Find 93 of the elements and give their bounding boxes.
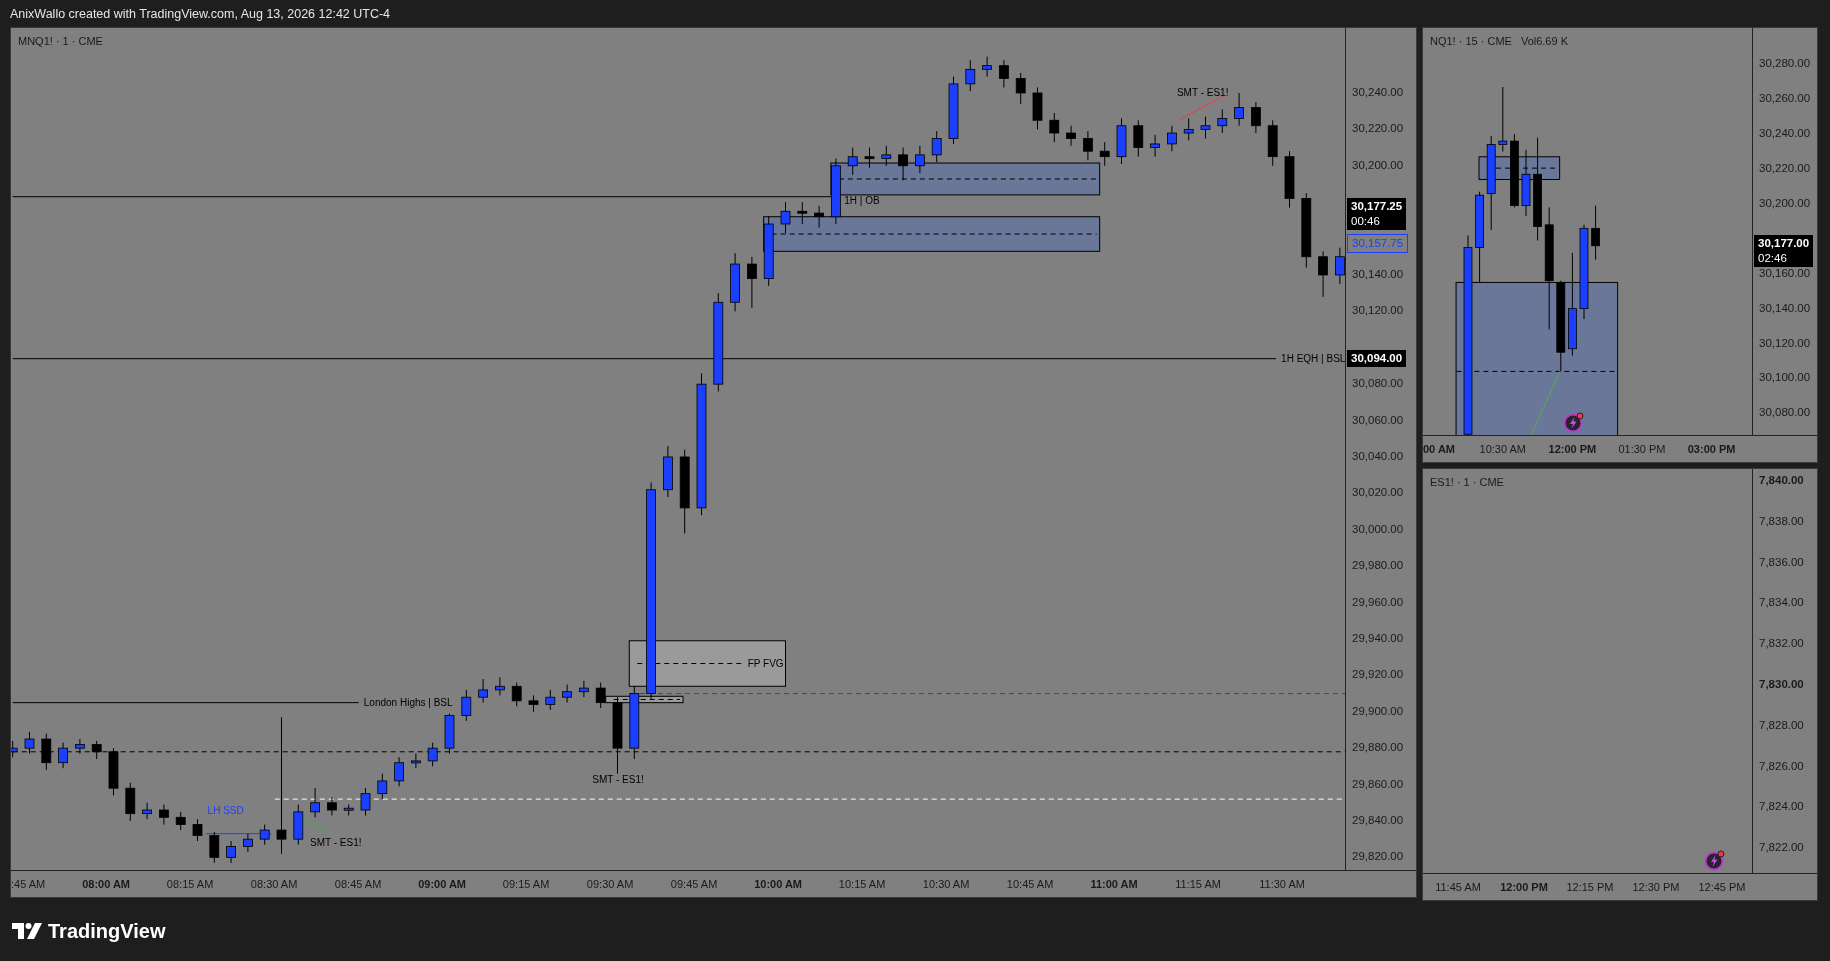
price-tick: 30,220.00	[1352, 122, 1404, 135]
price-text: 30,094.00	[1351, 350, 1403, 366]
time-tick: 09:15 AM	[502, 878, 550, 890]
price-tick: 29,880.00	[1352, 741, 1404, 754]
price-text: 30,157.75	[1352, 235, 1404, 251]
time-tick: 12:15 PM	[1566, 881, 1614, 893]
chart-label: LH SSD	[207, 804, 244, 816]
price-tick: 30,200.00	[1352, 158, 1404, 171]
time-tick: 10:00 AM	[754, 878, 803, 890]
price-tick: 7,824.00	[1759, 800, 1804, 813]
trend-line	[301, 818, 331, 835]
brand-name[interactable]: TradingView	[48, 919, 166, 943]
price-tick: 30,260.00	[1759, 92, 1811, 105]
chart-label: London Highs | BSL	[363, 697, 453, 709]
price-tick: 7,826.00	[1759, 759, 1804, 772]
price-tick: 30,220.00	[1759, 162, 1811, 174]
chart-pane[interactable]: NQ1! · 15 · CME Vol6.69 K	[1423, 28, 1753, 436]
price-tick: 30,140.00	[1759, 301, 1811, 314]
price-tick: 7,840.00	[1759, 474, 1804, 486]
time-tick: 09:00 AM	[418, 878, 467, 890]
chart-label: 1H | OB	[844, 194, 880, 206]
price-tick: 29,960.00	[1352, 595, 1404, 608]
time-tick: 08:15 AM	[166, 878, 214, 890]
price-tick: 7,836.00	[1759, 555, 1804, 568]
price-tick: 30,060.00	[1352, 413, 1404, 426]
logo-icon[interactable]	[12, 923, 42, 939]
price-text: 30,177.00	[1758, 236, 1810, 252]
time-tick: 08:00 AM	[82, 878, 131, 890]
price-tick: 7,834.00	[1759, 596, 1804, 609]
countdown-text: 02:46	[1758, 251, 1788, 267]
time-tick: 12:45 PM	[1698, 881, 1746, 893]
trend-line	[1178, 94, 1227, 121]
chart-label: FP FVG	[747, 658, 784, 670]
price-tick: 30,280.00	[1759, 57, 1811, 70]
lightning-icon[interactable]	[1704, 849, 1726, 871]
price-tick: 7,828.00	[1759, 718, 1804, 731]
credit-text: AnixWallo created with TradingView.com, Aug 13, 2026 12:42 UTC-4	[10, 6, 391, 21]
price-tick: 30,100.00	[1759, 371, 1811, 384]
time-tick: 12:00 PM	[1500, 881, 1548, 893]
time-tick: :45 AM	[11, 878, 46, 890]
time-tick: 08:30 AM	[250, 878, 298, 890]
time-tick: 00 AM	[1423, 443, 1455, 455]
time-tick: 03:00 PM	[1687, 443, 1736, 455]
price-tick: 30,160.00	[1759, 266, 1811, 279]
price-tick: 30,020.00	[1352, 486, 1404, 499]
price-tick: 30,120.00	[1352, 304, 1404, 317]
time-tick: 11:00 AM	[1090, 878, 1138, 890]
time-tick: 01:30 PM	[1618, 443, 1666, 455]
price-tick: 29,840.00	[1352, 813, 1404, 826]
time-tick: 12:00 PM	[1548, 443, 1597, 455]
time-tick: 09:45 AM	[670, 878, 718, 890]
price-tick: 30,040.00	[1352, 449, 1404, 462]
price-tick: 29,920.00	[1352, 668, 1404, 681]
price-tick: 30,080.00	[1759, 406, 1811, 419]
time-tick: 10:30 AM	[1479, 443, 1527, 455]
price-tick: 30,000.00	[1352, 522, 1404, 535]
level-line	[205, 833, 272, 835]
price-tick: 7,838.00	[1759, 514, 1804, 527]
price-tick: 29,820.00	[1352, 850, 1404, 863]
time-tick: 09:30 AM	[586, 878, 634, 890]
price-tick: 30,140.00	[1352, 267, 1404, 280]
chart-label: 1H EQH | BSL	[1281, 353, 1346, 365]
time-tick: 12:30 PM	[1632, 881, 1680, 893]
price-tick: 30,080.00	[1352, 377, 1404, 390]
price-tick: 29,940.00	[1352, 631, 1404, 644]
price-tick: 29,980.00	[1352, 559, 1404, 572]
time-tick: 10:15 AM	[838, 878, 886, 890]
time-tick: 10:45 AM	[1006, 878, 1054, 890]
price-tick: 7,822.00	[1759, 841, 1804, 854]
chart-label: SMT - ES1!	[1176, 87, 1229, 99]
lightning-icon[interactable]	[1563, 411, 1585, 433]
price-tick: 30,240.00	[1352, 85, 1404, 98]
price-tick: 29,900.00	[1352, 704, 1404, 717]
chart-pane[interactable]: ES1! · 1 · CME	[1423, 469, 1753, 874]
time-tick: 08:45 AM	[334, 878, 382, 890]
price-tick: 29,860.00	[1352, 777, 1404, 790]
countdown-text: 00:46	[1351, 214, 1381, 230]
legend-text: MNQ1! · 1 · CME	[18, 35, 103, 47]
price-tick: 30,120.00	[1759, 336, 1811, 349]
price-tick: 30,240.00	[1759, 127, 1811, 140]
price-tick: 30,200.00	[1759, 196, 1811, 209]
legend-text: NQ1! · 15 · CME	[1430, 35, 1512, 47]
time-tick: 11:30 AM	[1259, 878, 1305, 890]
chart-label: SMT - ES1!	[592, 773, 644, 785]
price-tick: 7,830.00	[1759, 678, 1804, 690]
price-tick: 7,832.00	[1759, 637, 1804, 650]
time-tick: 11:45 AM	[1435, 881, 1481, 893]
time-tick: 11:15 AM	[1175, 878, 1221, 890]
legend-text: ES1! · 1 · CME	[1430, 476, 1504, 488]
price-text: 30,177.25	[1351, 199, 1403, 215]
volume-text: Vol6.69 K	[1520, 35, 1568, 47]
time-tick: 10:30 AM	[922, 878, 970, 890]
chart-label: SMT - ES1!	[310, 837, 362, 849]
